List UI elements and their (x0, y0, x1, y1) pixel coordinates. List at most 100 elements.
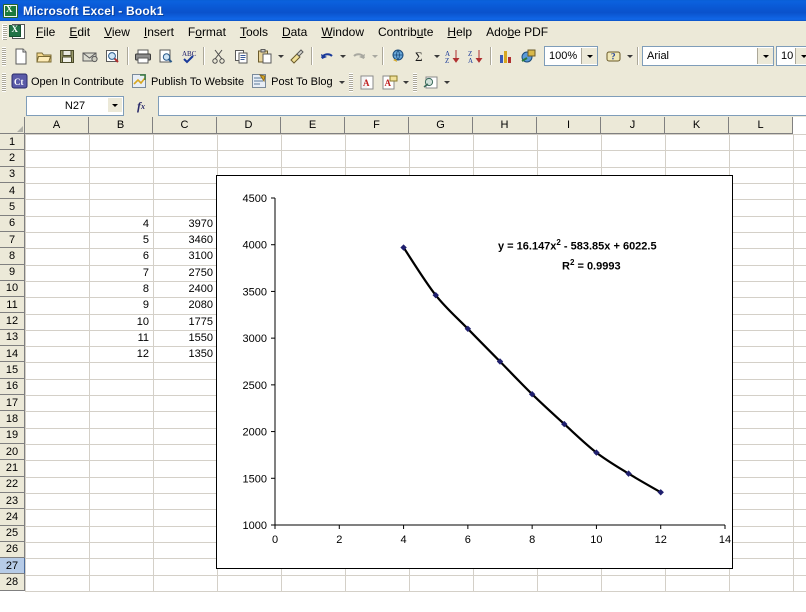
cell-C10[interactable]: 2400 (153, 282, 213, 296)
cell-B10[interactable]: 8 (89, 282, 149, 296)
cell-B11[interactable]: 9 (89, 298, 149, 312)
pdf-toolbar-grip[interactable] (349, 73, 353, 92)
publish-to-website-button[interactable]: Publish To Website (129, 71, 249, 93)
select-all-corner[interactable] (0, 117, 25, 134)
cell-B14[interactable]: 12 (89, 347, 149, 361)
row-header-23[interactable]: 23 (0, 493, 25, 509)
cell-C7[interactable]: 3460 (153, 233, 213, 247)
row-header-12[interactable]: 12 (0, 313, 25, 329)
font-name-combo[interactable]: Arial (642, 46, 774, 66)
sort-descending-icon[interactable]: ZA (464, 45, 487, 67)
cell-B6[interactable]: 4 (89, 217, 149, 231)
row-header-8[interactable]: 8 (0, 248, 25, 264)
row-header-5[interactable]: 5 (0, 199, 25, 215)
print-preview-icon[interactable] (154, 45, 177, 67)
row-header-27[interactable]: 27 (0, 558, 25, 574)
menu-item-contribute[interactable]: Contribute (371, 22, 440, 42)
insert-function-icon[interactable]: fx (124, 96, 158, 116)
zoom-combo[interactable]: 100% (544, 46, 598, 66)
column-header-L[interactable]: L (729, 117, 793, 134)
hyperlink-icon[interactable] (386, 45, 409, 67)
cell-C6[interactable]: 3970 (153, 217, 213, 231)
cell-C8[interactable]: 3100 (153, 249, 213, 263)
row-header-22[interactable]: 22 (0, 477, 25, 493)
row-header-19[interactable]: 19 (0, 428, 25, 444)
column-header-H[interactable]: H (473, 117, 537, 134)
column-header-G[interactable]: G (409, 117, 473, 134)
column-header-E[interactable]: E (281, 117, 345, 134)
cell-B8[interactable]: 6 (89, 249, 149, 263)
paste-options-chevron-down-icon[interactable] (276, 45, 285, 67)
pdf-review-chevron-down-icon[interactable] (443, 71, 452, 93)
document-control-icon[interactable] (9, 24, 25, 40)
row-header-20[interactable]: 20 (0, 444, 25, 460)
search-icon[interactable] (101, 45, 124, 67)
save-icon[interactable] (55, 45, 78, 67)
row-header-26[interactable]: 26 (0, 542, 25, 558)
undo-chevron-down-icon[interactable] (338, 45, 347, 67)
menu-item-view[interactable]: View (97, 22, 137, 42)
cell-C12[interactable]: 1775 (153, 315, 213, 329)
standard-toolbar-grip[interactable] (2, 47, 6, 66)
row-header-21[interactable]: 21 (0, 460, 25, 476)
row-header-2[interactable]: 2 (0, 150, 25, 166)
column-header-B[interactable]: B (89, 117, 153, 134)
row-header-10[interactable]: 10 (0, 281, 25, 297)
row-header-3[interactable]: 3 (0, 167, 25, 183)
column-header-C[interactable]: C (153, 117, 217, 134)
paste-icon[interactable] (253, 45, 276, 67)
menu-item-data[interactable]: Data (275, 22, 314, 42)
menu-item-adobe-pdf[interactable]: Adobe PDF (479, 22, 555, 42)
menu-item-insert[interactable]: Insert (137, 22, 181, 42)
row-header-15[interactable]: 15 (0, 362, 25, 378)
sort-ascending-icon[interactable]: AZ (441, 45, 464, 67)
spelling-icon[interactable]: ABC (177, 45, 200, 67)
contribute-toolbar-grip[interactable] (2, 73, 6, 92)
print-icon[interactable] (131, 45, 154, 67)
cell-C14[interactable]: 1350 (153, 347, 213, 361)
new-icon[interactable] (9, 45, 32, 67)
cell-B13[interactable]: 11 (89, 331, 149, 345)
name-box[interactable]: N27 (26, 96, 124, 116)
zoom-chevron-down-icon[interactable] (581, 48, 597, 64)
row-header-28[interactable]: 28 (0, 574, 25, 590)
row-header-1[interactable]: 1 (0, 134, 25, 150)
format-painter-icon[interactable] (285, 45, 308, 67)
cell-C13[interactable]: 1550 (153, 331, 213, 345)
contribute-overflow-chevron-down-icon[interactable] (338, 71, 347, 93)
autosum-icon[interactable]: Σ (409, 45, 432, 67)
formula-input[interactable] (158, 96, 806, 116)
embedded-chart[interactable]: 10001500200025003000350040004500 0246810… (216, 175, 733, 569)
undo-icon[interactable] (315, 45, 338, 67)
open-icon[interactable] (32, 45, 55, 67)
menu-item-help[interactable]: Help (440, 22, 479, 42)
row-header-16[interactable]: 16 (0, 379, 25, 395)
chart-wizard-icon[interactable] (494, 45, 517, 67)
redo-chevron-down-icon[interactable] (370, 45, 379, 67)
copy-icon[interactable] (230, 45, 253, 67)
row-header-9[interactable]: 9 (0, 265, 25, 281)
column-header-F[interactable]: F (345, 117, 409, 134)
row-header-4[interactable]: 4 (0, 183, 25, 199)
row-header-13[interactable]: 13 (0, 330, 25, 346)
row-header-25[interactable]: 25 (0, 526, 25, 542)
menu-item-window[interactable]: Window (314, 22, 371, 42)
name-box-chevron-down-icon[interactable] (108, 98, 122, 112)
help-chevron-down-icon[interactable] (625, 45, 634, 67)
help-icon[interactable]: ? (602, 45, 625, 67)
open-in-contribute-button[interactable]: Ct Open In Contribute (9, 71, 129, 93)
pdf-chevron-down-icon[interactable] (402, 71, 411, 93)
column-header-K[interactable]: K (665, 117, 729, 134)
column-header-J[interactable]: J (601, 117, 665, 134)
email-icon[interactable] (78, 45, 101, 67)
redo-icon[interactable] (347, 45, 370, 67)
pdf-review-icon[interactable] (420, 71, 443, 93)
row-header-14[interactable]: 14 (0, 346, 25, 362)
row-header-11[interactable]: 11 (0, 297, 25, 313)
post-to-blog-button[interactable]: Post To Blog (249, 71, 338, 93)
font-size-chevron-down-icon[interactable] (795, 48, 806, 64)
cell-B12[interactable]: 10 (89, 315, 149, 329)
row-header-17[interactable]: 17 (0, 395, 25, 411)
row-header-7[interactable]: 7 (0, 232, 25, 248)
menu-item-file[interactable]: FFileile (29, 22, 62, 42)
